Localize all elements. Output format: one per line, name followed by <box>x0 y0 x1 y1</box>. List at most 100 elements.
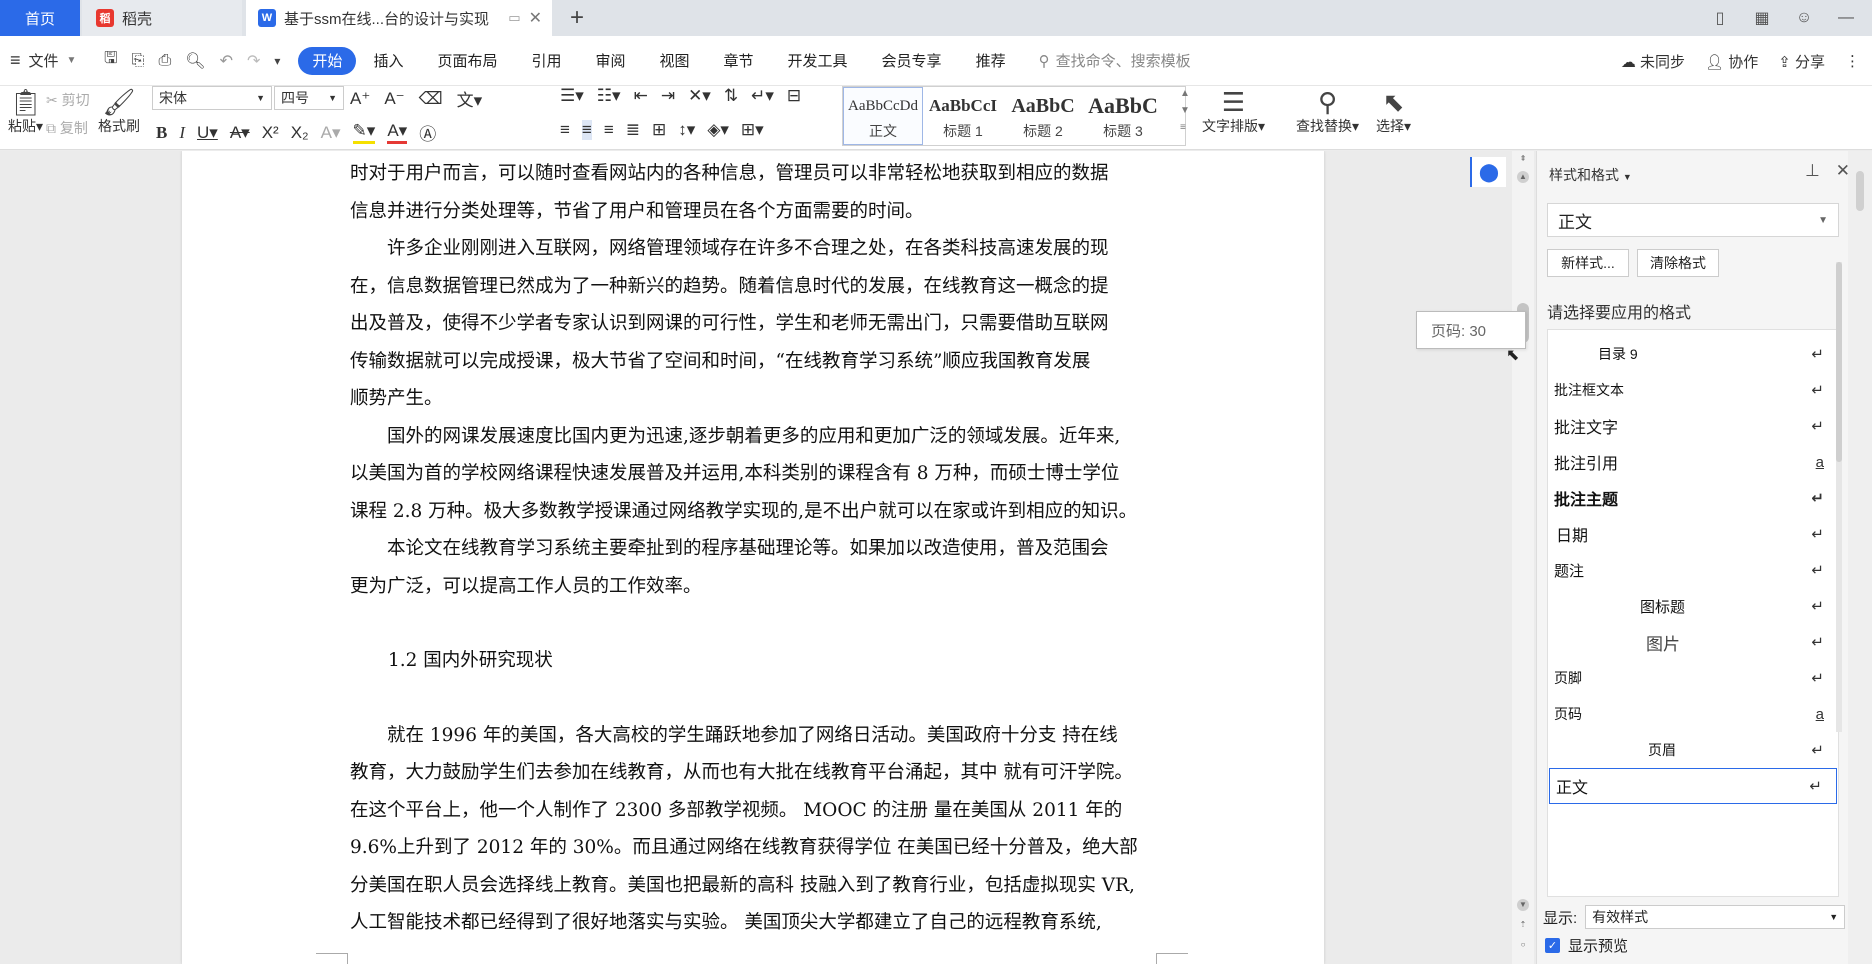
style-list-item[interactable]: 页眉 ↵ <box>1548 732 1838 768</box>
table-tools-icon[interactable]: ⊟ <box>787 86 801 106</box>
tab-2[interactable]: 页面布局 <box>420 47 514 75</box>
tab-1[interactable]: 插入 <box>356 47 420 75</box>
line-spacing-icon[interactable]: ↕▾ <box>678 120 695 140</box>
eraser-icon[interactable]: ⌫ <box>419 89 443 109</box>
clear-format-button[interactable]: 清除格式 <box>1637 249 1719 277</box>
style-list-item[interactable]: 题注 ↵ <box>1548 552 1838 588</box>
style-gallery-item[interactable]: AaBbC 标题 2 <box>1003 87 1083 145</box>
show-preview-toggle[interactable]: ✓ 显示预览 <box>1545 935 1628 956</box>
checkbox-checked-icon[interactable]: ✓ <box>1545 938 1560 953</box>
collab-button[interactable]: 👤︎ 协作 <box>1705 51 1758 72</box>
scroll-up-icon[interactable]: ▲ <box>1517 171 1529 183</box>
superscript-icon[interactable]: X² <box>262 123 279 143</box>
avatar[interactable]: ☺ <box>1792 9 1816 27</box>
panel-scrollbar-thumb[interactable] <box>1856 171 1864 211</box>
font-color-icon[interactable]: A▾ <box>387 121 408 144</box>
tab-7[interactable]: 开发工具 <box>771 47 865 75</box>
copy-button[interactable]: ⧉ 复制 <box>46 118 90 138</box>
paste-button[interactable]: 📋︎ 粘贴▾ <box>8 88 43 136</box>
highlight-icon[interactable]: ✎▾ <box>352 121 376 144</box>
file-menu[interactable]: ≡ 文件 ▼ <box>0 50 92 71</box>
style-list-item[interactable]: 批注主题 ↵ <box>1548 480 1838 516</box>
shading-icon[interactable]: ◈▾ <box>707 120 729 140</box>
style-gallery-item[interactable]: AaBbCcI 标题 1 <box>923 87 1003 145</box>
tab-3[interactable]: 引用 <box>514 47 578 75</box>
numbering-icon[interactable]: ☷▾ <box>597 86 621 106</box>
underline-icon[interactable]: U▾ <box>197 123 218 143</box>
align-right-icon[interactable]: ≡ <box>604 120 614 140</box>
document-page[interactable]: ……………………………………………………………………………… 时对于用户而言，可… <box>182 151 1324 964</box>
tab-8[interactable]: 会员专享 <box>865 47 959 75</box>
export-pdf-icon[interactable]: ⎘ <box>132 52 145 70</box>
sort-icon[interactable]: ⇅ <box>724 86 738 106</box>
style-list-item[interactable]: 图标题 ↵ <box>1548 588 1838 624</box>
select-button[interactable]: ⬉ 选择▾ <box>1376 88 1411 136</box>
save-icon[interactable]: 🖫 <box>104 47 118 74</box>
style-list-item[interactable]: 批注文字 ↵ <box>1548 408 1838 444</box>
show-filter-select[interactable]: 有效样式 ▼ <box>1585 905 1846 929</box>
gallery-scroll[interactable]: ▲ ▼ ≡ <box>1180 88 1190 133</box>
strikethrough-icon[interactable]: A▾ <box>230 123 250 143</box>
distribute-icon[interactable]: ⊞ <box>652 120 666 140</box>
cn-layout-icon[interactable]: ✕▾ <box>688 86 711 106</box>
tab-screen-icon[interactable]: ▭ <box>508 10 520 26</box>
phonetic-icon[interactable]: 文▾ <box>457 86 483 111</box>
style-list-item[interactable]: 页码 a <box>1548 696 1838 732</box>
prev-page-icon[interactable]: ⇡ <box>1517 919 1529 931</box>
find-replace-button[interactable]: ⚲ 查找替换▾ <box>1296 88 1359 136</box>
font-size-select[interactable]: 四号 ▼ <box>274 86 344 110</box>
italic-icon[interactable]: I <box>179 123 185 143</box>
show-marks-icon[interactable]: ↵▾ <box>751 86 774 106</box>
location-pin-icon[interactable]: ⬤ <box>1470 157 1506 187</box>
style-gallery-item[interactable]: AaBbCcDd 正文 <box>843 87 923 145</box>
style-list-item[interactable]: 图片 ↵ <box>1548 624 1838 660</box>
command-search[interactable]: ⚲ 查找命令、搜索模板 <box>1039 50 1191 71</box>
print-icon[interactable]: ⎙ <box>158 52 171 70</box>
redo-icon[interactable]: ↷ <box>247 51 260 71</box>
subscript-icon[interactable]: X₂ <box>291 123 309 143</box>
format-painter-button[interactable]: 🖌︎ 格式刷 <box>98 88 140 136</box>
tab-5[interactable]: 视图 <box>643 47 707 75</box>
layout-icon[interactable]: ▯ <box>1708 8 1732 28</box>
grow-font-icon[interactable]: A⁺ <box>350 89 370 109</box>
shrink-font-icon[interactable]: A⁻ <box>384 89 404 109</box>
current-style-select[interactable]: 正文 ▼ <box>1547 203 1839 237</box>
tab-close-icon[interactable]: ✕ <box>529 8 542 28</box>
new-style-button[interactable]: 新样式... <box>1547 249 1629 277</box>
document-scrollbar[interactable]: ⇞ ▲ ▼ ⇡ ○ <box>1512 151 1534 964</box>
tab-6[interactable]: 章节 <box>707 47 771 75</box>
more-icon[interactable]: ⋮ <box>1845 52 1860 70</box>
char-border-icon[interactable]: Ⓐ <box>419 120 436 145</box>
borders-icon[interactable]: ⊞▾ <box>741 120 764 140</box>
style-list-scrollbar-thumb[interactable] <box>1836 262 1842 462</box>
style-list-item[interactable]: 批注框文本 ↵ <box>1548 372 1838 408</box>
scroll-top-icon[interactable]: ⇞ <box>1517 153 1529 165</box>
panel-title[interactable]: 样式和格式 ▼ <box>1549 165 1632 185</box>
scroll-down-icon[interactable]: ▼ <box>1517 899 1529 911</box>
style-gallery-item[interactable]: AaBbC 标题 3 <box>1083 87 1163 145</box>
style-list-item[interactable]: 日期 ↵ <box>1548 516 1838 552</box>
tab-home[interactable]: 首页 <box>0 0 80 36</box>
indent-icon[interactable]: ⇥ <box>661 86 675 106</box>
font-name-select[interactable]: 宋体 ▼ <box>152 86 272 110</box>
bullets-icon[interactable]: ☰▾ <box>560 86 584 106</box>
undo-icon[interactable]: ↶ <box>220 51 233 71</box>
pin-icon[interactable]: ⊥ <box>1805 161 1820 181</box>
chevron-down-icon[interactable]: ▼ <box>1180 105 1190 116</box>
align-left-icon[interactable]: ≡ <box>560 120 570 140</box>
print-preview-icon[interactable]: 🔍︎ <box>185 51 205 71</box>
tab-0[interactable]: 开始 <box>298 46 357 75</box>
style-list-item[interactable]: 批注引用 a <box>1548 444 1838 480</box>
document-body[interactable]: ……………………………………………………………………………… 时对于用户而言，可… <box>350 151 1156 942</box>
tab-9[interactable]: 推荐 <box>959 47 1023 75</box>
new-tab-button[interactable]: + <box>566 0 588 36</box>
justify-icon[interactable]: ≣ <box>626 120 640 140</box>
next-page-icon[interactable]: ○ <box>1517 939 1529 951</box>
bold-icon[interactable]: B <box>156 123 167 143</box>
style-list-item[interactable]: 页脚 ↵ <box>1548 660 1838 696</box>
expand-icon[interactable]: ≡ <box>1180 122 1190 133</box>
share-button[interactable]: ⇪ 分享 <box>1778 51 1825 72</box>
tab-daoke[interactable]: 稻 稻壳 <box>82 0 242 36</box>
panel-scrollbar[interactable] <box>1848 151 1872 964</box>
customize-icon[interactable]: ▾ <box>274 54 280 68</box>
